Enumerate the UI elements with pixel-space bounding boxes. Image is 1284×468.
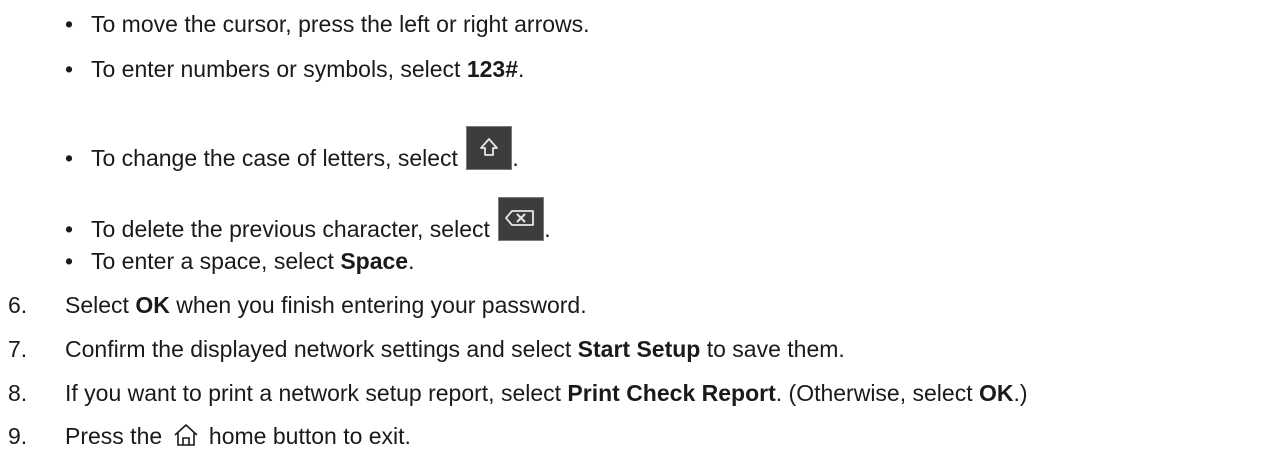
bullet-punct: . [512,145,519,171]
step-bold-term: OK [135,292,170,318]
step-text-tail: to save them. [700,336,845,362]
step-text-mid: . (Otherwise, select [775,380,979,406]
step-text: Confirm the displayed network settings a… [65,336,578,362]
bullet-item-enter-space: • To enter a space, select Space. [65,247,414,275]
step-6: 6. Select OK when you finish entering you… [8,291,587,319]
bullet-bold-term: 123# [466,56,518,82]
backspace-key-icon [498,197,545,241]
shift-key-icon [466,126,513,170]
step-bold-term: Start Setup [577,336,701,362]
bullet-item-change-case: • To change the case of letters, select . [65,126,519,172]
step-9: 9. Press the home button to exit. [8,422,411,450]
bullet-marker: • [65,56,74,82]
home-icon [173,423,199,447]
bullet-marker: • [65,248,74,274]
bullet-text: To change the case of letters, select [91,145,465,171]
step-text: Press the [65,423,169,449]
bullet-item-delete-char: • To delete the previous character, selec… [65,197,551,243]
bullet-text: To move the cursor, press the left or ri… [91,11,590,37]
bullet-punct: . [518,56,525,82]
step-number: 8. [8,380,28,406]
bullet-bold-term: Space [340,248,409,274]
step-number: 9. [8,423,28,449]
step-7: 7. Confirm the displayed network settings… [8,335,845,363]
bullet-text: To delete the previous character, select [91,216,497,242]
bullet-text: To enter numbers or symbols, select [91,56,467,82]
bullet-text: To enter a space, select [91,248,341,274]
bullet-marker: • [65,216,74,242]
bullet-punct: . [544,216,551,242]
step-text: If you want to print a network setup rep… [65,380,568,406]
step-text-tail: when you finish entering your password. [169,292,587,318]
bullet-marker: • [65,11,74,37]
step-number: 7. [8,336,28,362]
step-8: 8. If you want to print a network setup r… [8,379,1028,407]
step-bold-term: Print Check Report [567,380,776,406]
bullet-marker: • [65,145,74,171]
step-number: 6. [8,292,28,318]
bullet-item-numbers-symbols: • To enter numbers or symbols, select 123… [65,55,524,83]
bullet-item-move-cursor: • To move the cursor, press the left or r… [65,10,590,38]
step-bold-term-2: OK [978,380,1014,406]
step-text-tail: .) [1013,380,1028,406]
bullet-punct: . [408,248,415,274]
step-text: Select [65,292,136,318]
step-text-tail: home button to exit. [202,423,411,449]
